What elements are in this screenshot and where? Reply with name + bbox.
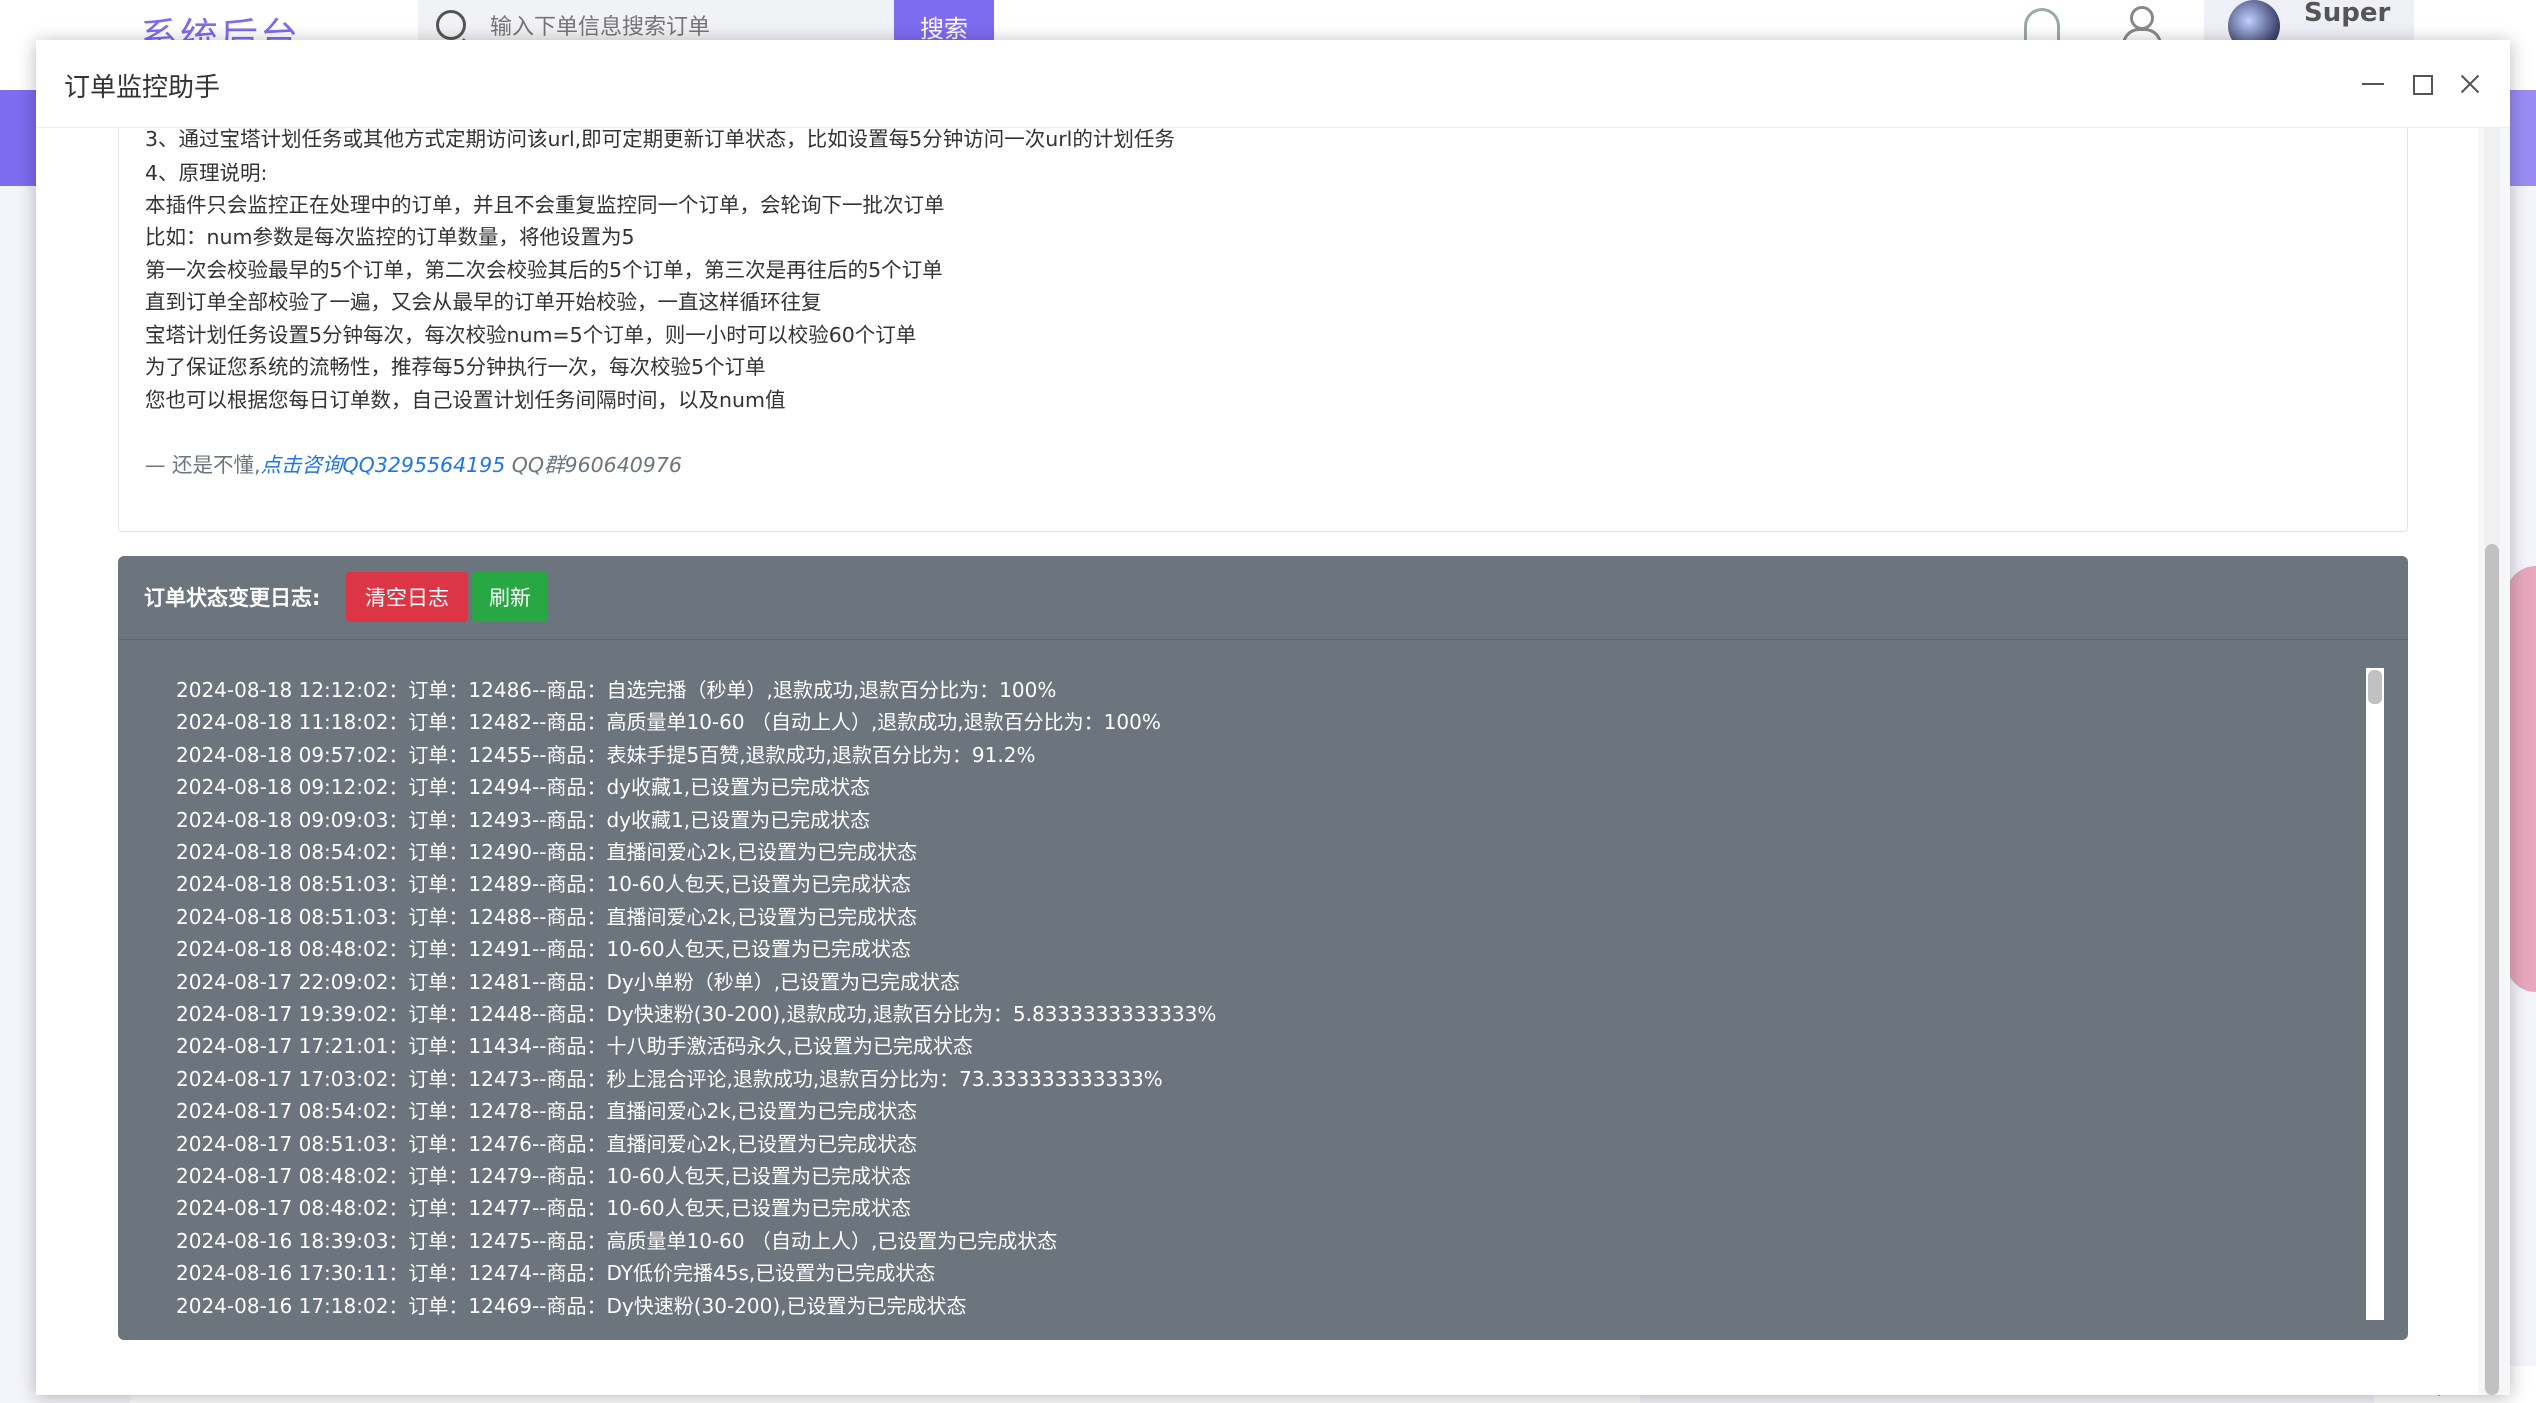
log-entry: 2024-08-17 08:48:02：订单：12477--商品：10-60人包… (176, 1196, 911, 1221)
search-icon (436, 10, 466, 40)
log-entry: 2024-08-18 08:51:03：订单：12489--商品：10-60人包… (176, 872, 911, 897)
help-line: 直到订单全部校验了一遍，又会从最早的订单开始校验，一直这样循环往复 (145, 290, 822, 314)
log-title: 订单状态变更日志: (144, 586, 321, 610)
help-line: 宝塔计划任务设置5分钟每次，每次校验num=5个订单，则一小时可以校验60个订单 (145, 323, 917, 347)
order-log-panel: 订单状态变更日志: 清空日志 刷新 2024-08-18 12:12:02：订单… (118, 556, 2408, 1340)
help-line: 3、通过宝塔计划任务或其他方式定期访问该url,即可定期更新订单状态，比如设置每… (145, 128, 1175, 151)
profile-name: Super (2304, 0, 2391, 28)
log-body: 2024-08-18 12:12:02：订单：12486--商品：自选完播（秒单… (118, 640, 2408, 1340)
log-entry: 2024-08-18 12:12:02：订单：12486--商品：自选完播（秒单… (176, 678, 1057, 702)
help-card: 3、通过宝塔计划任务或其他方式定期访问该url,即可定期更新订单状态，比如设置每… (118, 128, 2408, 532)
log-entry: 2024-08-17 19:39:02：订单：12448--商品：Dy快速粉(3… (176, 1002, 1217, 1026)
help-line: 为了保证您系统的流畅性，推荐每5分钟执行一次，每次校验5个订单 (145, 355, 766, 379)
help-line: 本插件只会监控正在处理中的订单，并且不会重复监控同一个订单，会轮询下一批次订单 (145, 193, 945, 217)
log-entry: 2024-08-17 08:48:02：订单：12479--商品：10-60人包… (176, 1164, 911, 1188)
dialog-title: 订单监控助手 (64, 73, 221, 103)
log-entry: 2024-08-17 17:21:01：订单：11434--商品：十八助手激活码… (176, 1034, 973, 1059)
help-footer: — 还是不懂,点击咨询QQ3295564195 QQ群960640976 (145, 451, 682, 479)
help-footer-prefix: — 还是不懂, (145, 453, 261, 477)
dialog-scrollbar-thumb[interactable] (2485, 544, 2499, 1395)
log-scrollbar[interactable] (2366, 668, 2384, 1320)
help-line: 比如：num参数是每次监控的订单数量，将他设置为5 (145, 225, 635, 249)
refresh-button[interactable]: 刷新 (472, 572, 548, 622)
log-entry: 2024-08-18 09:12:02：订单：12494--商品：dy收藏1,已… (176, 775, 871, 800)
log-scrollbar-thumb[interactable] (2368, 670, 2382, 704)
qq-group-text: QQ群960640976 (505, 453, 682, 477)
dialog-content: 3、通过宝塔计划任务或其他方式定期访问该url,即可定期更新订单状态，比如设置每… (54, 128, 2510, 1395)
log-entry: 2024-08-17 08:51:03：订单：12476--商品：直播间爱心2k… (176, 1131, 918, 1156)
qq-consult-link[interactable]: 点击咨询QQ3295564195 (261, 453, 506, 477)
minimize-button[interactable] (2354, 64, 2394, 104)
log-entry: 2024-08-16 17:18:02：订单：12469--商品：Dy快速粉(3… (176, 1293, 967, 1316)
help-line: 4、原理说明: (145, 161, 268, 185)
log-entry: 2024-08-17 08:54:02：订单：12478--商品：直播间爱心2k… (176, 1099, 918, 1124)
log-entry: 2024-08-18 08:48:02：订单：12491--商品：10-60人包… (176, 937, 911, 962)
log-entry: 2024-08-16 18:39:03：订单：12475--商品：高质量单10-… (176, 1228, 1058, 1253)
log-entry: 2024-08-18 08:51:03：订单：12488--商品：直播间爱心2k… (176, 904, 918, 929)
help-line: 您也可以根据您每日订单数，自己设置计划任务间隔时间，以及num值 (145, 388, 786, 412)
dialog-titlebar: 订单监控助手 (36, 40, 2510, 128)
search-input[interactable] (490, 10, 870, 44)
log-entry: 2024-08-16 17:30:11：订单：12474--商品：DY低价完播4… (176, 1261, 936, 1286)
log-entry: 2024-08-18 11:18:02：订单：12482--商品：高质量单10-… (176, 710, 1161, 735)
order-monitor-dialog: 订单监控助手 3、通过宝塔计划任务或其他方式定期访问该url,即可定期更新订单状… (36, 40, 2510, 1395)
log-entry: 2024-08-17 22:09:02：订单：12481--商品：Dy小单粉（秒… (176, 969, 961, 994)
dialog-content-inner: 3、通过宝塔计划任务或其他方式定期访问该url,即可定期更新订单状态，比如设置每… (54, 128, 2478, 1395)
dialog-scrollbar[interactable] (2484, 128, 2500, 1395)
maximize-button[interactable] (2402, 64, 2442, 104)
log-entry: 2024-08-18 09:57:02：订单：12455--商品：表妹手提5百赞… (176, 742, 1036, 767)
floating-side-tab[interactable] (2506, 566, 2536, 992)
log-header: 订单状态变更日志: 清空日志 刷新 (118, 556, 2408, 640)
close-button[interactable] (2450, 64, 2490, 104)
log-entry: 2024-08-18 09:09:03：订单：12493--商品：dy收藏1,已… (176, 807, 871, 832)
log-list[interactable]: 2024-08-18 12:12:02：订单：12486--商品：自选完播（秒单… (176, 676, 2356, 1316)
log-entry: 2024-08-18 08:54:02：订单：12490--商品：直播间爱心2k… (176, 840, 918, 864)
log-entry: 2024-08-17 17:03:02：订单：12473--商品：秒上混合评论,… (176, 1066, 1163, 1091)
user-icon[interactable] (2122, 6, 2162, 47)
help-line: 第一次会校验最早的5个订单，第二次会校验其后的5个订单，第三次是再往后的5个订单 (145, 258, 943, 282)
headset-icon[interactable] (2024, 8, 2060, 40)
clear-log-button[interactable]: 清空日志 (346, 572, 468, 622)
